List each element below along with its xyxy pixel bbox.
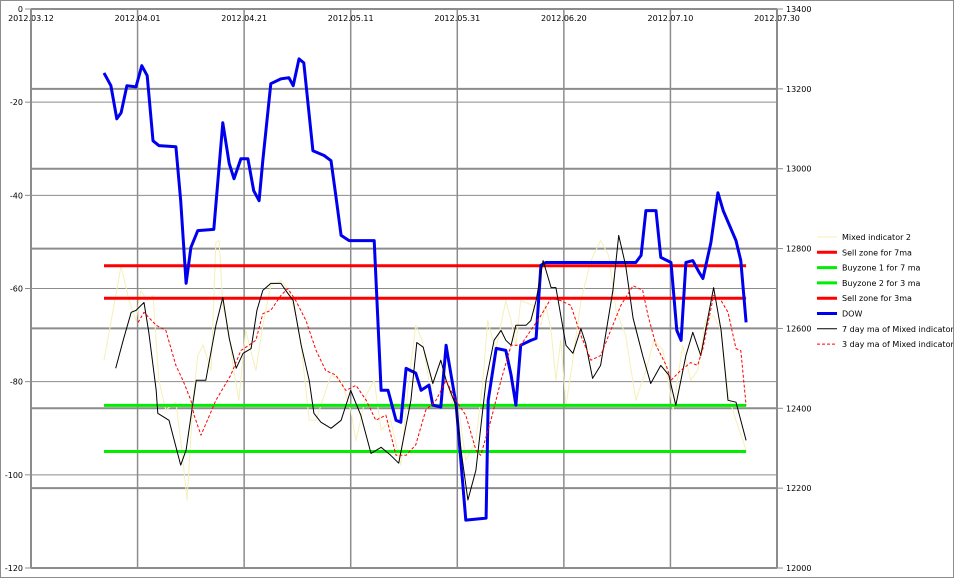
left-tick-label: -40 xyxy=(10,191,23,200)
legend-label: Sell zone for 3ma xyxy=(842,294,912,303)
date-tick-label: 2012.05.11 xyxy=(328,14,374,23)
date-tick-label: 2012.06.20 xyxy=(541,14,587,23)
series-layer xyxy=(102,57,748,522)
left-tick-label: -80 xyxy=(10,378,23,387)
left-tick-label: -120 xyxy=(5,564,23,573)
right-tick-label: 12200 xyxy=(786,484,811,493)
left-tick-label: -20 xyxy=(10,98,23,107)
series-line-3-day-ma-of-mixed-indicator-2 xyxy=(137,285,747,456)
series-line-mixed-indicator-2 xyxy=(103,240,747,501)
legend-label: Buyzone 1 for 7 ma xyxy=(842,264,921,273)
right-tick-label: 12800 xyxy=(786,245,811,254)
legend-label: 7 day ma of Mixed indicator 2 xyxy=(842,325,953,334)
right-tick-label: 12600 xyxy=(786,324,811,333)
left-tick-label: 0 xyxy=(18,5,23,14)
chart: 0 -20 -40 -60 -80 -100 -120 13400 13200 13000 1280… xyxy=(5,5,960,573)
legend: Mixed indicator 2 Sell zone for 7ma Buyzon… xyxy=(817,233,960,349)
legend-label: Mixed indicator 2 xyxy=(842,233,911,242)
left-tick-label: -60 xyxy=(10,285,23,294)
left-tick-label: -100 xyxy=(5,471,23,480)
date-tick-label: 2012.04.21 xyxy=(221,14,267,23)
date-tick-label: 2012.05.31 xyxy=(434,14,480,23)
date-tick-label: 2012.04.01 xyxy=(115,14,161,23)
legend-label: DOW xyxy=(842,310,862,319)
chart-window: 0 -20 -40 -60 -80 -100 -120 13400 13200 13000 1280… xyxy=(0,0,960,578)
right-tick-label: 12000 xyxy=(786,564,811,573)
legend-label: Buyzone 2 for 3 ma xyxy=(842,279,921,288)
grid xyxy=(30,8,778,569)
legend-label: 3 day ma of Mixed indicator 2 xyxy=(842,340,953,349)
right-tick-label: 12400 xyxy=(786,404,811,413)
legend-label: Sell zone for 7ma xyxy=(842,248,912,257)
right-tick-label: 13000 xyxy=(786,165,811,174)
right-tick-label: 13400 xyxy=(786,5,811,14)
right-tick-label: 13200 xyxy=(786,85,811,94)
date-tick-label: 2012.07.10 xyxy=(648,14,694,23)
